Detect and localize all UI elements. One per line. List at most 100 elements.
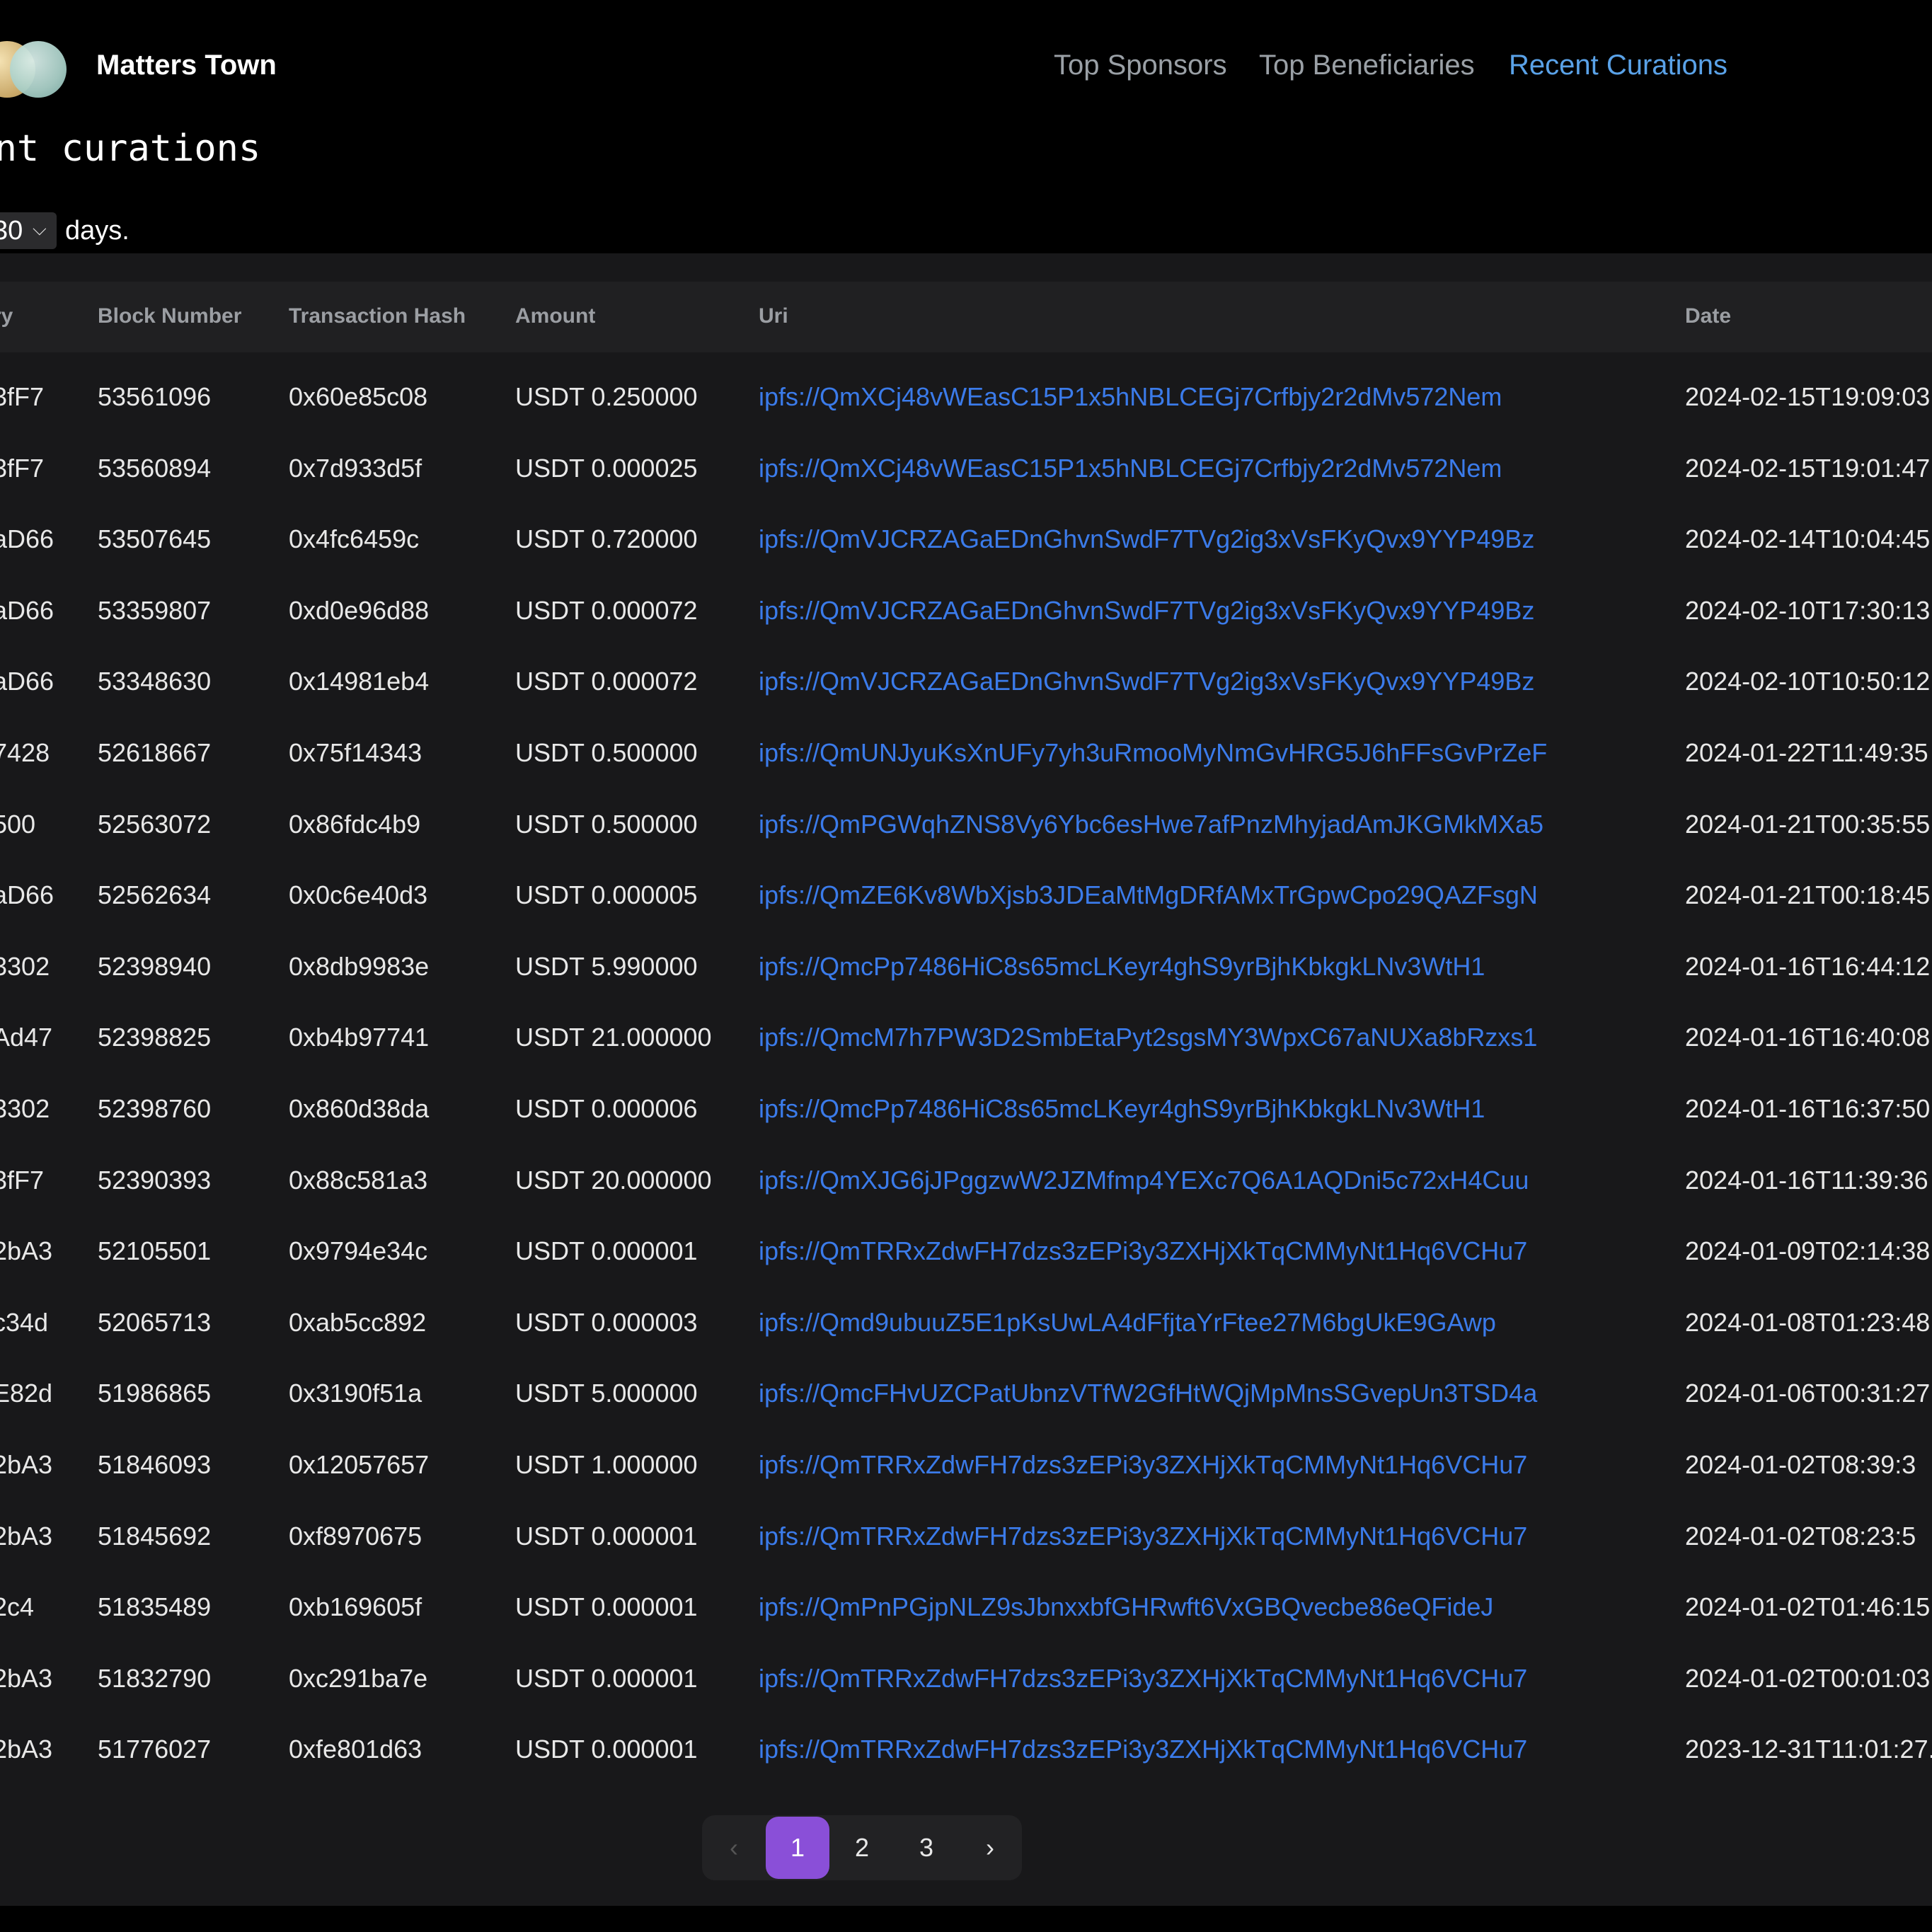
tx-hash-cell: 0x88c581a3 xyxy=(289,1165,428,1195)
table-row: 2bA3 51832790 0xc291ba7e USDT 0.000001 ipfs:… xyxy=(0,1643,1932,1714)
tx-hash-cell: 0xab5cc892 xyxy=(289,1307,427,1337)
amount-cell: USDT 0.500000 xyxy=(515,738,698,767)
block-number-cell: 51832790 xyxy=(98,1663,212,1693)
uri-link[interactable]: ipfs://QmZE6Kv8WbXjsb3JDEaMtMgDRfAMxTrGp… xyxy=(759,881,1538,909)
uri-link[interactable]: ipfs://QmcM7h7PW3D2SmbEtaPyt2sgsMY3WpxC6… xyxy=(759,1023,1537,1052)
uri-link[interactable]: ipfs://QmcPp7486HiC8s65mcLKeyr4ghS9yrBjh… xyxy=(759,952,1485,981)
tx-hash-cell: 0x14981eb4 xyxy=(289,667,430,696)
tx-hash-cell: 0x75f14343 xyxy=(289,738,422,767)
col-amount[interactable]: Amount xyxy=(515,304,595,328)
uri-link[interactable]: ipfs://QmTRRxZdwFH7dzs3zEPi3y3ZXHjXkTqCM… xyxy=(759,1522,1527,1551)
tx-hash-cell: 0x7d933d5f xyxy=(289,453,422,483)
table-row: aD66 53359807 0xd0e96d88 USDT 0.000072 ipfs:… xyxy=(0,575,1932,646)
page-2-button[interactable]: 2 xyxy=(830,1815,894,1880)
block-number-cell: 53359807 xyxy=(98,595,212,625)
amount-cell: USDT 5.990000 xyxy=(515,951,698,981)
table-row: 500 52563072 0x86fdc4b9 USDT 0.500000 ipfs:/… xyxy=(0,789,1932,860)
uri-link[interactable]: ipfs://QmVJCRZAGaEDnGhvnSwdF7TVg2ig3xVsF… xyxy=(759,525,1534,553)
chevron-left-icon[interactable]: ‹ xyxy=(702,1815,766,1880)
table-row: 3302 52398760 0x860d38da USDT 0.000006 ipfs:… xyxy=(0,1074,1932,1144)
date-cell: 2024-01-21T00:35:55 xyxy=(1685,809,1931,839)
chevron-right-icon[interactable]: › xyxy=(958,1815,1022,1880)
amount-cell: USDT 0.000006 xyxy=(515,1094,698,1123)
uri-link[interactable]: ipfs://QmXCj48vWEasC15P1x5hNBLCEGj7Crfbj… xyxy=(759,454,1502,483)
beneficiary-cell: aD66 xyxy=(0,667,54,696)
uri-link[interactable]: ipfs://Qmd9ubuuZ5E1pKsUwLA4dFfjtaYrFtee2… xyxy=(759,1308,1496,1337)
uri-link[interactable]: ipfs://QmTRRxZdwFH7dzs3zEPi3y3ZXHjXkTqCM… xyxy=(759,1451,1527,1479)
logo[interactable] xyxy=(0,40,85,99)
date-cell: 2024-01-02T01:46:15 xyxy=(1685,1592,1931,1622)
block-number-cell: 52065713 xyxy=(98,1307,212,1337)
table-header: ry Block Number Transaction Hash Amount … xyxy=(0,282,1932,352)
page-1-button[interactable]: 1 xyxy=(766,1817,829,1879)
date-cell: 2024-02-10T17:30:13 xyxy=(1685,595,1931,625)
beneficiary-cell: 3fF7 xyxy=(0,1165,45,1195)
date-cell: 2024-01-16T16:40:08 xyxy=(1685,1023,1931,1052)
beneficiary-cell: 2bA3 xyxy=(0,1521,53,1551)
block-number-cell: 52618667 xyxy=(98,738,212,767)
brand-name[interactable]: Matters Town xyxy=(96,50,277,81)
date-cell: 2024-01-08T01:23:48 xyxy=(1685,1307,1931,1337)
table-row: 2c4 51835489 0xb169605f USDT 0.000001 ipfs:/… xyxy=(0,1572,1932,1643)
amount-cell: USDT 0.000001 xyxy=(515,1592,698,1622)
beneficiary-cell: E82d xyxy=(0,1379,53,1408)
nav-top-sponsors[interactable]: Top Sponsors xyxy=(1054,50,1227,81)
block-number-cell: 53560894 xyxy=(98,453,212,483)
beneficiary-cell: 3302 xyxy=(0,1094,50,1123)
table-row: 3302 52398940 0x8db9983e USDT 5.990000 ipfs:… xyxy=(0,931,1932,1002)
uri-link[interactable]: ipfs://QmUNJyuKsXnUFy7yh3uRmooMyNmGvHRG5… xyxy=(759,739,1547,767)
beneficiary-cell: Ad47 xyxy=(0,1023,53,1052)
footer-strip xyxy=(0,1906,1932,1932)
amount-cell: USDT 0.250000 xyxy=(515,382,698,411)
table-row: c34d 52065713 0xab5cc892 USDT 0.000003 ipfs:… xyxy=(0,1287,1932,1358)
uri-link[interactable]: ipfs://QmPGWqhZNS8Vy6Ybc6esHwe7afPnzMhyj… xyxy=(759,810,1543,839)
tx-hash-cell: 0xc291ba7e xyxy=(289,1663,428,1693)
block-number-cell: 52398940 xyxy=(98,951,212,981)
date-cell: 2024-01-22T11:49:35 xyxy=(1685,738,1928,767)
amount-cell: USDT 0.000005 xyxy=(515,880,698,910)
col-beneficiary[interactable]: ry xyxy=(0,304,13,328)
col-block-number[interactable]: Block Number xyxy=(98,304,241,328)
table-row: 2bA3 52105501 0x9794e34c USDT 0.000001 ipfs:… xyxy=(0,1216,1932,1287)
uri-link[interactable]: ipfs://QmTRRxZdwFH7dzs3zEPi3y3ZXHjXkTqCM… xyxy=(759,1735,1527,1764)
uri-link[interactable]: ipfs://QmTRRxZdwFH7dzs3zEPi3y3ZXHjXkTqCM… xyxy=(759,1237,1527,1265)
tx-hash-cell: 0xb4b97741 xyxy=(289,1023,430,1052)
amount-cell: USDT 0.000025 xyxy=(515,453,698,483)
uri-link[interactable]: ipfs://QmPnPGjpNLZ9sJbnxxbfGHRwft6VxGBQv… xyxy=(759,1593,1493,1621)
date-cell: 2024-02-10T10:50:12 xyxy=(1685,667,1931,696)
beneficiary-cell: 2c4 xyxy=(0,1592,35,1622)
date-cell: 2024-01-02T08:23:5 xyxy=(1685,1521,1916,1551)
date-cell: 2024-01-21T00:18:45 xyxy=(1685,880,1931,910)
col-uri[interactable]: Uri xyxy=(759,304,788,328)
block-number-cell: 52398760 xyxy=(98,1094,212,1123)
uri-link[interactable]: ipfs://QmTRRxZdwFH7dzs3zEPi3y3ZXHjXkTqCM… xyxy=(759,1664,1527,1693)
amount-cell: USDT 0.000001 xyxy=(515,1735,698,1764)
block-number-cell: 51986865 xyxy=(98,1379,212,1408)
uri-link[interactable]: ipfs://QmXJG6jJPggzwW2JZMfmp4YEXc7Q6A1AQ… xyxy=(759,1166,1529,1195)
page-3-button[interactable]: 3 xyxy=(895,1815,958,1880)
beneficiary-cell: 2bA3 xyxy=(0,1450,53,1479)
date-cell: 2024-01-16T11:39:36 xyxy=(1685,1165,1928,1195)
beneficiary-cell: 2bA3 xyxy=(0,1735,53,1764)
uri-link[interactable]: ipfs://QmcPp7486HiC8s65mcLKeyr4ghS9yrBjh… xyxy=(759,1095,1485,1123)
table-row: 7428 52618667 0x75f14343 USDT 0.500000 ipfs:… xyxy=(0,718,1932,788)
amount-cell: USDT 20.000000 xyxy=(515,1165,712,1195)
date-cell: 2024-02-14T10:04:45 xyxy=(1685,524,1931,554)
col-transaction-hash[interactable]: Transaction Hash xyxy=(289,304,466,328)
col-date[interactable]: Date xyxy=(1685,304,1731,328)
date-cell: 2024-01-16T16:44:12 xyxy=(1685,951,1931,981)
uri-link[interactable]: ipfs://QmXCj48vWEasC15P1x5hNBLCEGj7Crfbj… xyxy=(759,383,1502,411)
uri-link[interactable]: ipfs://QmVJCRZAGaEDnGhvnSwdF7TVg2ig3xVsF… xyxy=(759,667,1534,696)
uri-link[interactable]: ipfs://QmVJCRZAGaEDnGhvnSwdF7TVg2ig3xVsF… xyxy=(759,596,1534,625)
tx-hash-cell: 0x3190f51a xyxy=(289,1379,422,1408)
days-select[interactable]: 30 ⌵ xyxy=(0,212,57,249)
header: Matters Town Top Sponsors Top Beneficiar… xyxy=(0,0,1932,134)
nav-recent-curations[interactable]: Recent Curations xyxy=(1509,50,1727,81)
block-number-cell: 52398825 xyxy=(98,1023,212,1052)
nav-top-beneficiaries[interactable]: Top Beneficiaries xyxy=(1259,50,1475,81)
uri-link[interactable]: ipfs://QmcFHvUZCPatUbnzVTfW2GfHtWQjMpMns… xyxy=(759,1379,1537,1408)
amount-cell: USDT 1.000000 xyxy=(515,1450,698,1479)
tx-hash-cell: 0xb169605f xyxy=(289,1592,422,1622)
logo-circle-teal xyxy=(10,41,67,98)
amount-cell: USDT 0.000001 xyxy=(515,1521,698,1551)
